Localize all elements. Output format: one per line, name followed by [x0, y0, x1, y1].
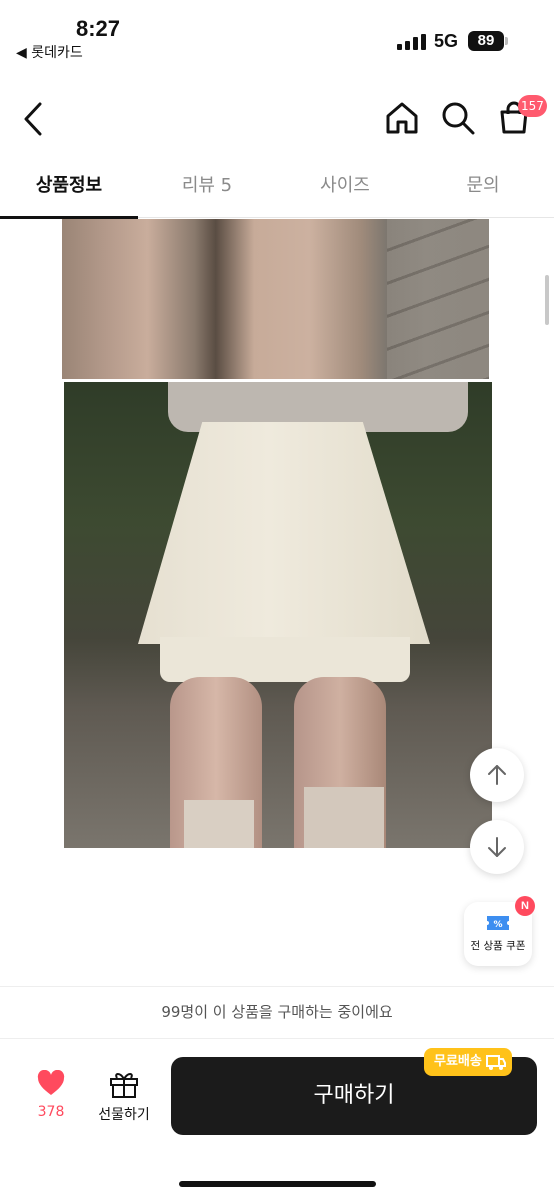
- coupon-icon: %: [487, 916, 509, 930]
- top-navigation: [0, 88, 554, 148]
- tab-size[interactable]: 사이즈: [276, 160, 414, 217]
- status-time: 8:27: [76, 16, 121, 41]
- home-indicator[interactable]: [179, 1181, 376, 1187]
- truck-icon: [485, 1055, 506, 1070]
- heart-icon: [37, 1069, 65, 1095]
- battery-tip: [505, 37, 508, 45]
- search-icon[interactable]: [440, 100, 476, 136]
- svg-text:%: %: [493, 920, 502, 930]
- product-detail-image-skort: [64, 382, 492, 848]
- cart-count-badge: 157: [518, 95, 547, 117]
- tab-reviews[interactable]: 리뷰 5: [138, 160, 276, 217]
- gift-button[interactable]: 선물하기: [90, 1070, 158, 1124]
- gift-icon: [110, 1073, 138, 1098]
- status-bar: 8:27 ◀ 롯데카드 5G 89: [0, 0, 554, 70]
- free-shipping-label: 무료배송: [434, 1054, 482, 1069]
- product-tabs: 상품정보 리뷰 5 사이즈 문의: [0, 160, 554, 219]
- image-right-boot-shape: [304, 787, 384, 848]
- scroll-bottom-button[interactable]: [470, 820, 524, 874]
- coupon-label: 전 상품 쿠폰: [470, 940, 526, 952]
- home-icon[interactable]: [384, 100, 420, 136]
- all-product-coupon-button[interactable]: % N 전 상품 쿠폰: [464, 896, 535, 966]
- back-to-app-link[interactable]: ◀ 롯데카드: [16, 42, 83, 62]
- network-label: 5G: [434, 31, 459, 51]
- scroll-top-button[interactable]: [470, 748, 524, 802]
- product-detail-image-legs: [62, 219, 489, 379]
- gift-label: 선물하기: [98, 1107, 150, 1123]
- arrow-up-icon: [488, 765, 506, 785]
- free-shipping-tag: 무료배송: [424, 1048, 512, 1076]
- image-shorts-shape: [160, 637, 410, 682]
- signal-icon: [397, 34, 426, 50]
- like-count: 378: [37, 1104, 65, 1120]
- like-button[interactable]: 378: [22, 1069, 80, 1120]
- scrollbar[interactable]: [545, 275, 549, 325]
- image-left-boot-shape: [184, 800, 254, 848]
- tab-inquiry[interactable]: 문의: [414, 160, 552, 217]
- divider: [0, 986, 554, 987]
- image-skirt-shape: [138, 422, 430, 644]
- battery-icon: 89: [468, 31, 504, 51]
- back-arrow-icon[interactable]: [22, 102, 46, 136]
- new-badge: N: [515, 896, 535, 916]
- buyers-notice: 99명이 이 상품을 구매하는 중이에요: [161, 1003, 393, 1021]
- arrow-down-icon: [488, 837, 506, 857]
- tab-product-info[interactable]: 상품정보: [0, 160, 138, 219]
